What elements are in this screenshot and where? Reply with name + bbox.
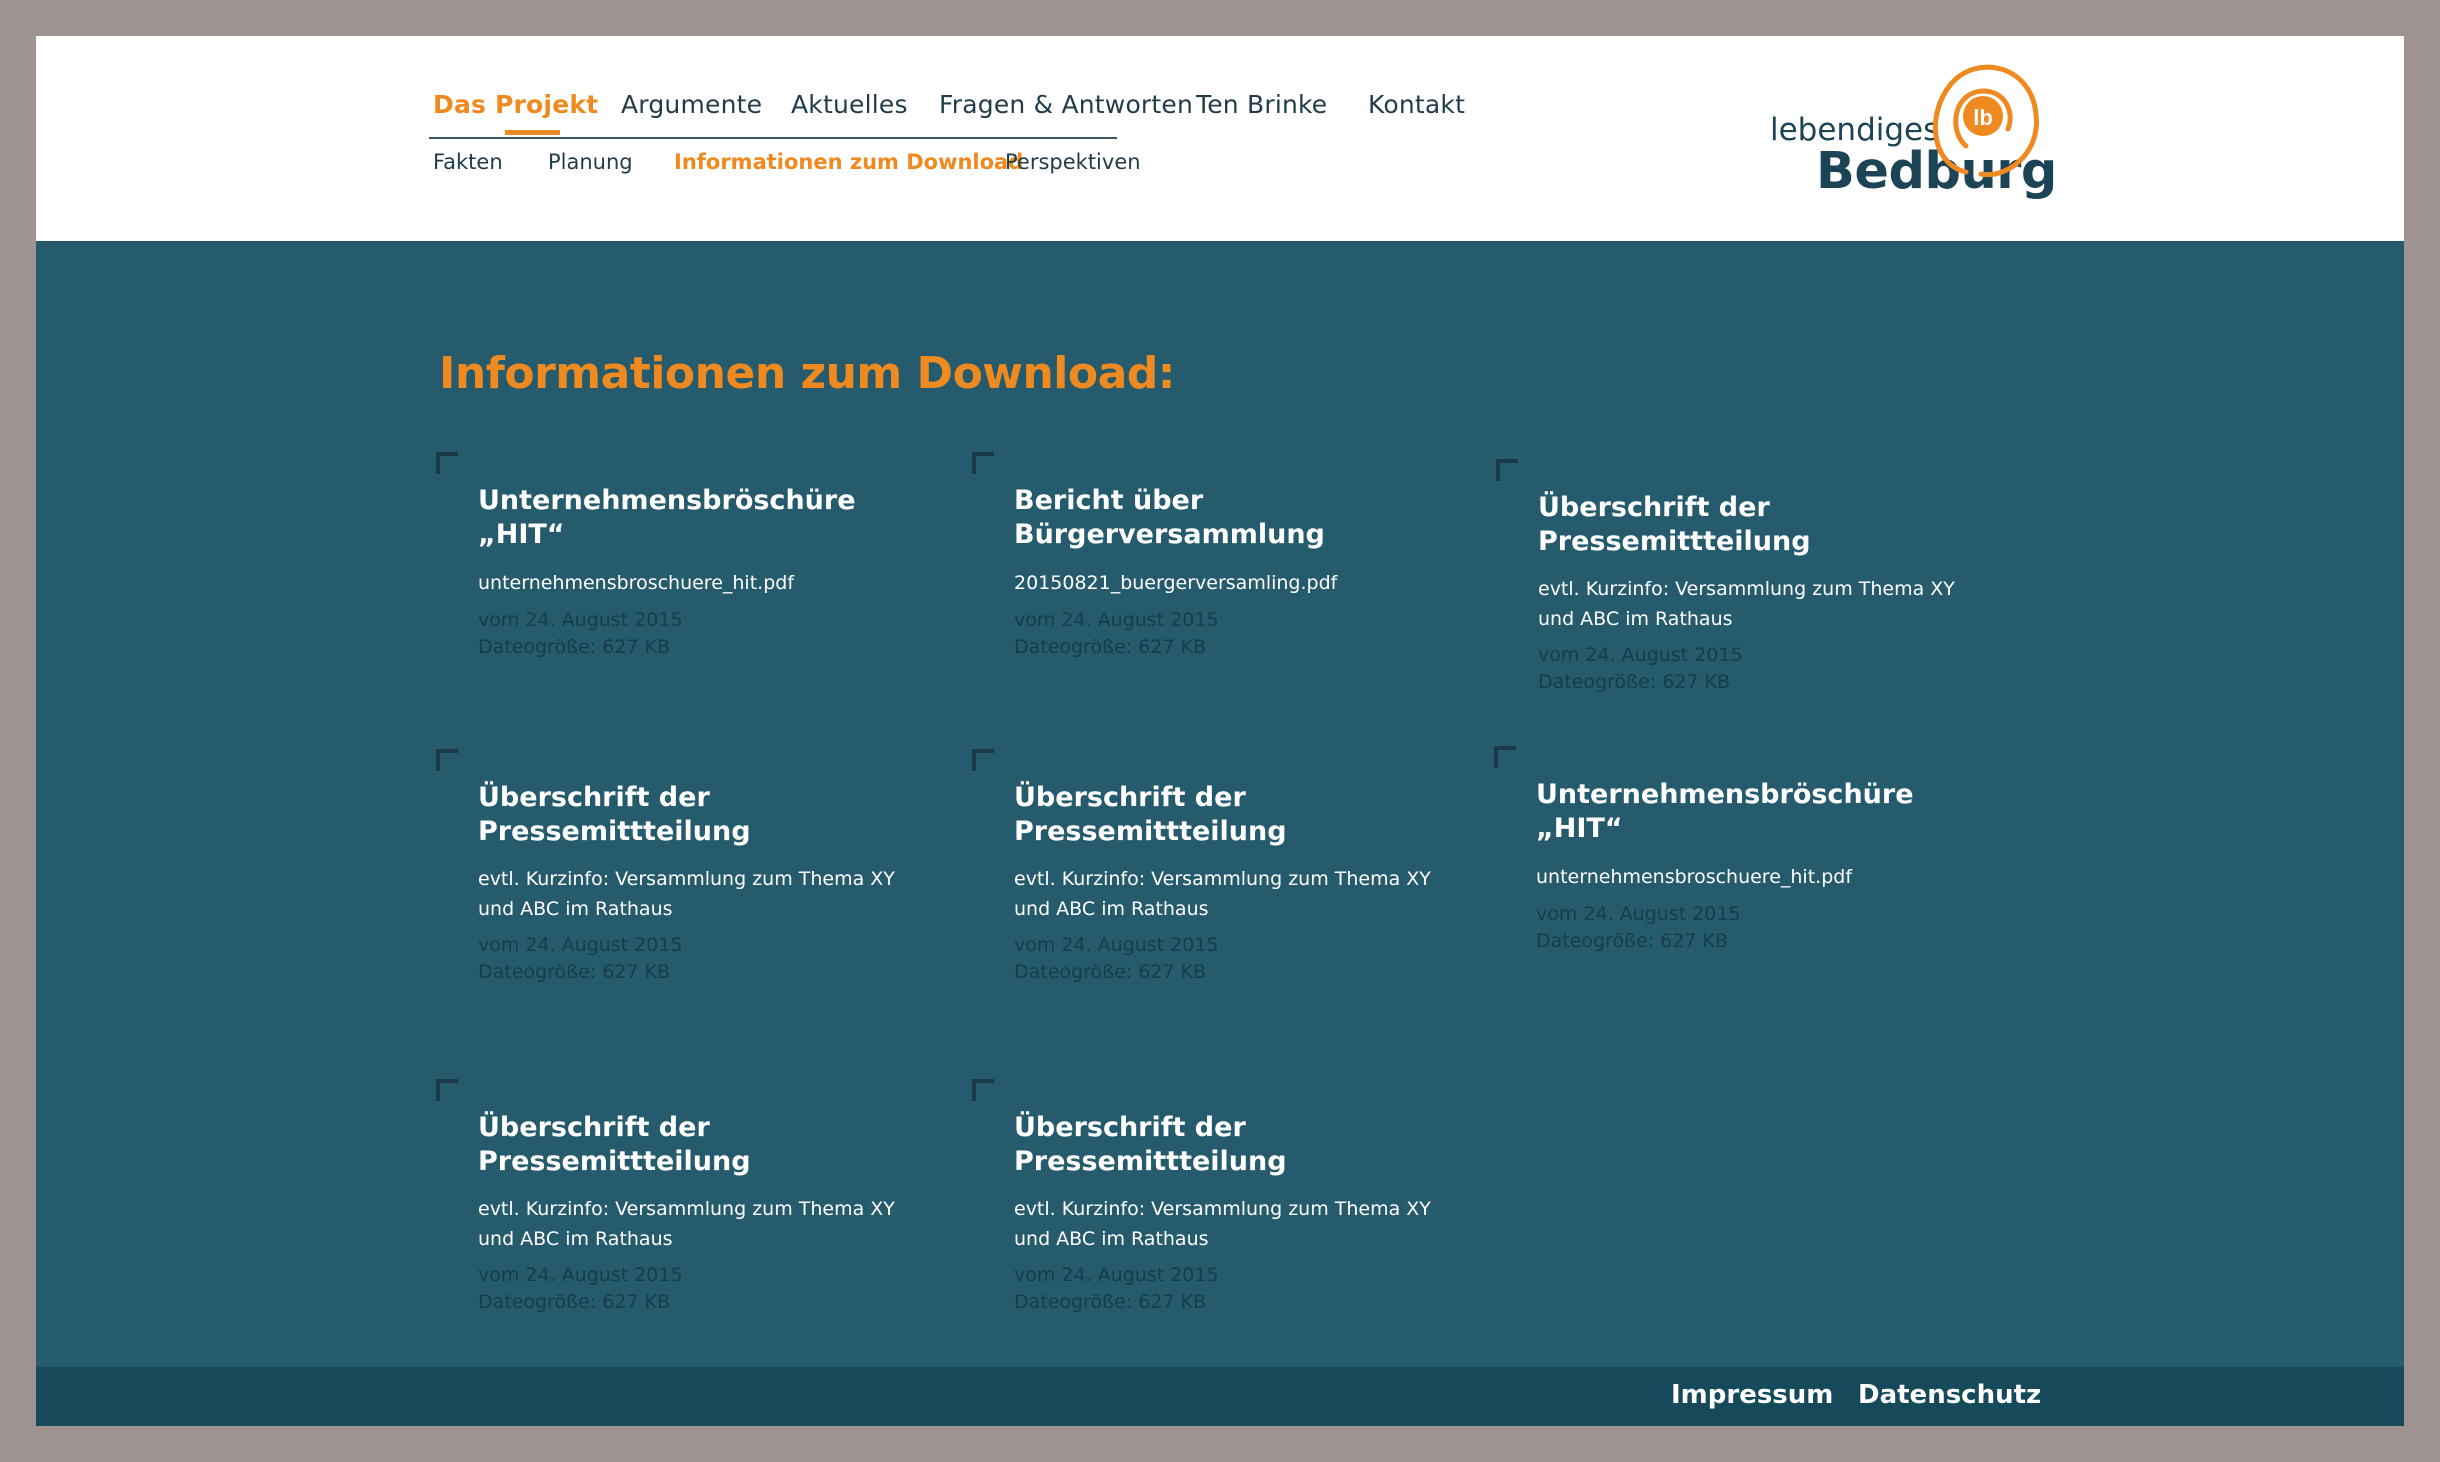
nav-divider: [429, 137, 1117, 139]
card-description: evtl. Kurzinfo: Versammlung zum Thema XY…: [1014, 868, 1431, 920]
card-corner-icon: [1496, 459, 1518, 481]
card-description: evtl. Kurzinfo: Versammlung zum Thema XY…: [478, 868, 895, 920]
nav-item-fragen-antworten[interactable]: Fragen & Antworten: [939, 90, 1193, 119]
footer-link-datenschutz[interactable]: Datenschutz: [1858, 1380, 2041, 1410]
card-filesize: Dateogröße: 627 KB: [478, 636, 671, 658]
card-date: vom 24. August 2015: [478, 609, 683, 631]
active-nav-indicator: [505, 130, 560, 135]
card-filesize: Dateogröße: 627 KB: [1014, 961, 1207, 983]
footer-link-impressum[interactable]: Impressum: [1671, 1380, 1833, 1410]
card-filesize: Dateogröße: 627 KB: [1014, 1291, 1207, 1313]
card-corner-icon: [436, 1079, 458, 1101]
card-filename[interactable]: 20150821_buergerversamling.pdf: [1014, 568, 1434, 598]
site-logo[interactable]: lebendiges Bedburg lb: [1751, 54, 2057, 224]
card-title[interactable]: Überschrift der Pressemittteilung: [1538, 491, 1958, 559]
card-date: vom 24. August 2015: [478, 1264, 683, 1286]
nav-item-kontakt[interactable]: Kontakt: [1368, 90, 1465, 119]
card-filename[interactable]: unternehmensbroschuere_hit.pdf: [478, 568, 898, 598]
card-corner-icon: [972, 452, 994, 474]
main-content: Informationen zum Download: Unternehmens…: [36, 241, 2404, 1367]
card-corner-icon: [436, 749, 458, 771]
card-corner-icon: [436, 452, 458, 474]
card-date: vom 24. August 2015: [1538, 644, 1743, 666]
card-title[interactable]: Bericht über Bürgerversammlung: [1014, 484, 1434, 552]
card-title[interactable]: Überschrift der Pressemittteilung: [478, 781, 898, 849]
card-filesize: Dateogröße: 627 KB: [1536, 930, 1729, 952]
card-title[interactable]: Überschrift der Pressemittteilung: [1014, 1111, 1434, 1179]
card-title[interactable]: Unternehmensbröschüre „HIT“: [478, 484, 898, 552]
card-date: vom 24. August 2015: [1536, 903, 1741, 925]
card-description: evtl. Kurzinfo: Versammlung zum Thema XY…: [1014, 1198, 1431, 1250]
logo-mark-text: lb: [1973, 105, 1993, 130]
card-corner-icon: [972, 749, 994, 771]
nav-item-ten-brinke[interactable]: Ten Brinke: [1196, 90, 1327, 119]
subnav-item-perspektiven[interactable]: Perspektiven: [1005, 150, 1141, 174]
card-corner-icon: [1494, 746, 1516, 768]
page-title: Informationen zum Download:: [439, 348, 1175, 400]
logo-swirl-icon: lb: [1932, 64, 2039, 178]
device-frame: Das Projekt Argumente Aktuelles Fragen &…: [0, 0, 2440, 1462]
card-corner-icon: [972, 1079, 994, 1101]
card-title[interactable]: Unternehmensbröschüre „HIT“: [1536, 778, 1956, 846]
card-description: evtl. Kurzinfo: Versammlung zum Thema XY…: [478, 1198, 895, 1250]
card-filesize: Dateogröße: 627 KB: [478, 1291, 671, 1313]
card-filesize: Dateogröße: 627 KB: [1014, 636, 1207, 658]
subnav-item-informationen-zum-download[interactable]: Informationen zum Download: [674, 150, 1023, 174]
browser-viewport: Das Projekt Argumente Aktuelles Fragen &…: [36, 36, 2404, 1426]
subnav-item-planung[interactable]: Planung: [548, 150, 633, 174]
card-description: evtl. Kurzinfo: Versammlung zum Thema XY…: [1538, 578, 1955, 630]
card-date: vom 24. August 2015: [478, 934, 683, 956]
card-date: vom 24. August 2015: [1014, 934, 1219, 956]
nav-item-das-projekt[interactable]: Das Projekt: [433, 90, 598, 119]
site-footer: Impressum Datenschutz: [36, 1367, 2404, 1426]
site-header: Das Projekt Argumente Aktuelles Fragen &…: [36, 36, 2404, 241]
card-filesize: Dateogröße: 627 KB: [478, 961, 671, 983]
subnav-item-fakten[interactable]: Fakten: [433, 150, 503, 174]
card-filesize: Dateogröße: 627 KB: [1538, 671, 1731, 693]
card-filename[interactable]: unternehmensbroschuere_hit.pdf: [1536, 862, 1956, 892]
nav-item-aktuelles[interactable]: Aktuelles: [791, 90, 908, 119]
card-title[interactable]: Überschrift der Pressemittteilung: [478, 1111, 898, 1179]
card-date: vom 24. August 2015: [1014, 1264, 1219, 1286]
nav-item-argumente[interactable]: Argumente: [621, 90, 762, 119]
card-title[interactable]: Überschrift der Pressemittteilung: [1014, 781, 1434, 849]
card-date: vom 24. August 2015: [1014, 609, 1219, 631]
